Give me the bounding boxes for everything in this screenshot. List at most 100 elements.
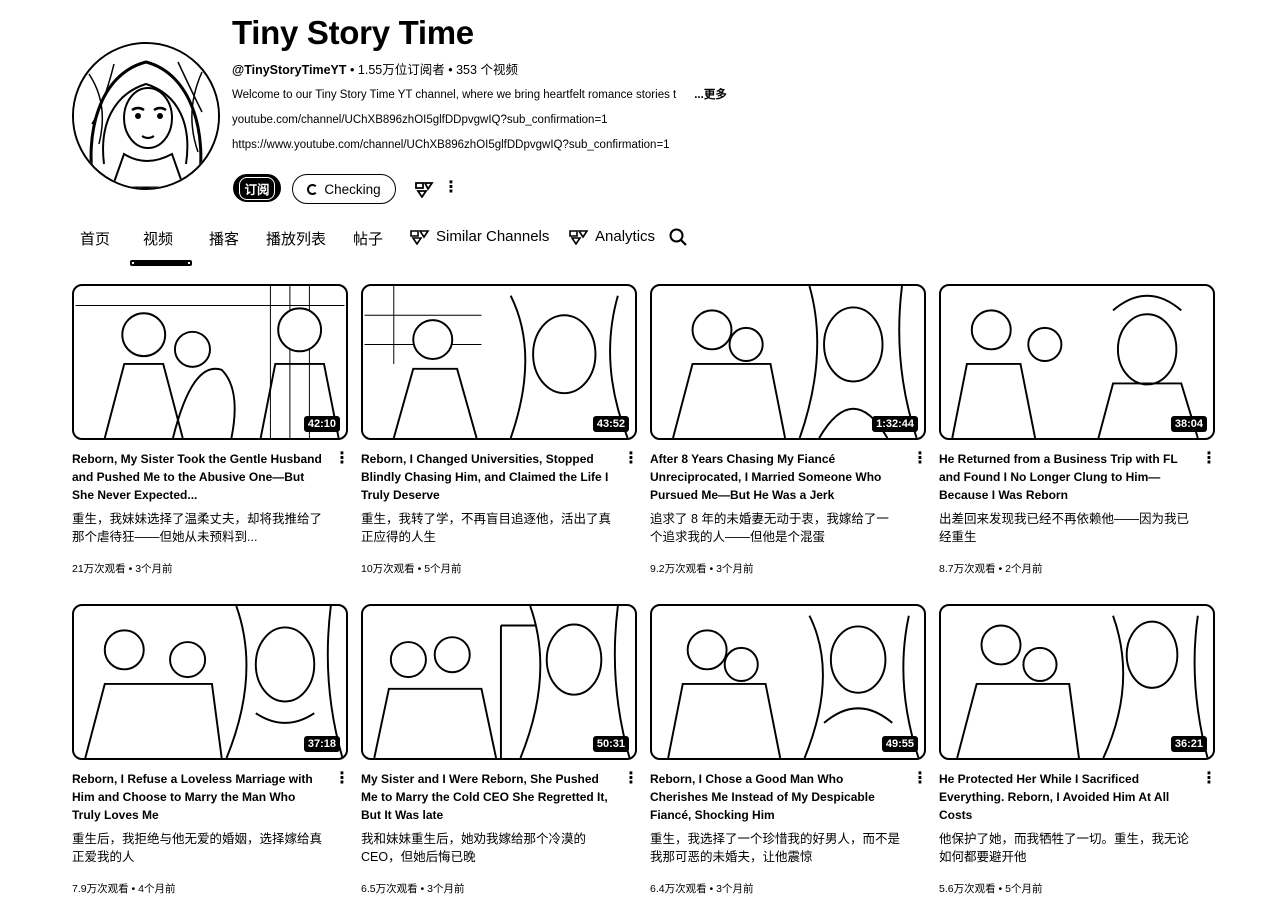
video-duration: 42:10 [303,416,340,432]
channel-link-1[interactable]: youtube.com/channel/UChXB896zhOI5glfDDpv… [232,114,608,126]
video-meta: 5.6万次观看 • 5个月前 [939,883,1043,895]
video-title-zh: 追求了 8 年的未婚妻无动于衷，我嫁给了一个追求我的人——但他是个混蛋 [650,512,889,544]
upload-age: 3个月前 [716,883,754,895]
video-duration: 38:04 [1170,416,1207,432]
view-count: 6.5万次观看 [361,883,418,895]
channel-handle: @TinyStoryTimeYT [232,63,347,77]
video-thumbnail[interactable]: 42:10 [72,284,348,440]
video-meta: 8.7万次观看 • 2个月前 [939,563,1043,575]
video-duration: 36:21 [1170,736,1207,752]
channel-link-2[interactable]: https://www.youtube.com/channel/UChXB896… [232,139,670,151]
video-thumbnail[interactable]: 36:21 [939,604,1215,760]
video-card[interactable]: 49:55 Reborn, I Chose a Good Man Who Che… [650,604,928,895]
extension-icon [410,229,430,245]
upload-age: 3个月前 [135,563,173,575]
upload-age: 3个月前 [427,883,465,895]
video-title[interactable]: He Returned from a Business Trip with FL… [939,450,1189,504]
upload-age: 5个月前 [1005,883,1043,895]
video-more-icon[interactable]: ⋮ [334,770,350,788]
checking-label: Checking [324,181,381,197]
video-card[interactable]: 36:21 He Protected Her While I Sacrifice… [939,604,1217,895]
loading-spinner-icon [307,183,319,195]
tab-analytics[interactable]: Analytics [569,228,655,245]
video-card[interactable]: 38:04 He Returned from a Business Trip w… [939,284,1217,575]
video-more-icon[interactable]: ⋮ [1201,770,1217,788]
tab-videos[interactable]: 视频 [143,228,173,249]
video-meta: 6.4万次观看 • 3个月前 [650,883,754,895]
channel-meta: @TinyStoryTimeYT • 1.55万位订阅者 • 353 个视频 [232,63,518,77]
video-title[interactable]: My Sister and I Were Reborn, She Pushed … [361,770,611,824]
video-title-zh: 我和妹妹重生后，她劝我嫁给那个冷漠的CEO，但她后悔已晚 [361,832,587,864]
channel-title: Tiny Story Time [232,14,474,51]
video-meta: 9.2万次观看 • 3个月前 [650,563,754,575]
search-icon[interactable] [668,227,688,247]
video-count: 353 个视频 [456,63,518,77]
channel-tabs: 首页 视频 播客 播放列表 帖子 Similar Channels Analyt… [0,222,1280,270]
video-card[interactable]: 50:31 My Sister and I Were Reborn, She P… [361,604,639,895]
video-card[interactable]: 43:52 Reborn, I Changed Universities, St… [361,284,639,575]
video-card[interactable]: 42:10 Reborn, My Sister Took the Gentle … [72,284,350,575]
video-thumbnail[interactable]: 50:31 [361,604,637,760]
video-thumbnail[interactable]: 1:32:44 [650,284,926,440]
video-title[interactable]: Reborn, I Chose a Good Man Who Cherishes… [650,770,900,824]
upload-age: 2个月前 [1005,563,1043,575]
video-title-zh: 重生，我妹妹选择了温柔丈夫，却将我推给了那个虐待狂——但她从未预料到... [72,512,323,544]
video-title-zh: 重生后，我拒绝与他无爱的婚姻，选择嫁给真正爱我的人 [72,832,323,864]
upload-age: 3个月前 [716,563,754,575]
more-link[interactable]: ...更多 [694,89,727,101]
view-count: 5.6万次观看 [939,883,996,895]
upload-age: 5个月前 [424,563,462,575]
extension-icon[interactable] [414,180,434,198]
video-more-icon[interactable]: ⋮ [334,450,350,468]
video-title[interactable]: Reborn, I Changed Universities, Stopped … [361,450,611,504]
tab-playlists[interactable]: 播放列表 [266,228,326,249]
subscribe-button[interactable]: 订阅 [233,174,281,202]
video-meta: 21万次观看 • 3个月前 [72,563,173,575]
video-title[interactable]: Reborn, I Refuse a Loveless Marriage wit… [72,770,322,824]
upload-age: 4个月前 [138,883,176,895]
view-count: 7.9万次观看 [72,883,129,895]
view-count: 6.4万次观看 [650,883,707,895]
channel-header: Tiny Story Time @TinyStoryTimeYT • 1.55万… [0,0,1280,220]
tab-podcasts[interactable]: 播客 [209,228,239,249]
video-duration: 37:18 [303,736,340,752]
video-duration: 43:52 [592,416,629,432]
video-meta: 6.5万次观看 • 3个月前 [361,883,465,895]
subscriber-count: 1.55万位订阅者 [357,63,445,77]
active-tab-indicator [130,260,192,266]
video-title[interactable]: After 8 Years Chasing My Fiancé Unrecipr… [650,450,900,504]
video-more-icon[interactable]: ⋮ [912,770,928,788]
video-meta: 7.9万次观看 • 4个月前 [72,883,176,895]
video-title-zh: 出差回来发现我已经不再依赖他——因为我已经重生 [939,512,1190,544]
video-more-icon[interactable]: ⋮ [912,450,928,468]
video-title[interactable]: He Protected Her While I Sacrificed Ever… [939,770,1189,824]
channel-avatar[interactable] [72,42,220,190]
video-thumbnail[interactable]: 38:04 [939,284,1215,440]
video-thumbnail[interactable]: 49:55 [650,604,926,760]
view-count: 21万次观看 [72,563,126,575]
video-more-icon[interactable]: ⋮ [1201,450,1217,468]
view-count: 9.2万次观看 [650,563,707,575]
video-title[interactable]: Reborn, My Sister Took the Gentle Husban… [72,450,322,504]
video-duration: 50:31 [592,736,629,752]
tab-posts[interactable]: 帖子 [353,228,383,249]
checking-button[interactable]: Checking [292,174,396,204]
video-duration: 49:55 [881,736,918,752]
subscribe-label: 订阅 [239,176,275,200]
video-meta: 10万次观看 • 5个月前 [361,563,462,575]
extension-icon [569,229,589,245]
video-card[interactable]: 1:32:44 After 8 Years Chasing My Fiancé … [650,284,928,575]
more-options-icon[interactable]: ⋮ [443,178,459,198]
view-count: 10万次观看 [361,563,415,575]
video-thumbnail[interactable]: 43:52 [361,284,637,440]
video-thumbnail[interactable]: 37:18 [72,604,348,760]
video-card[interactable]: 37:18 Reborn, I Refuse a Loveless Marria… [72,604,350,895]
avatar-illustration [74,44,218,188]
description-text: Welcome to our Tiny Story Time YT channe… [232,89,677,101]
video-more-icon[interactable]: ⋮ [623,450,639,468]
video-title-zh: 他保护了她，而我牺牲了一切。重生，我无论如何都要避开他 [939,832,1190,864]
tab-home[interactable]: 首页 [80,228,110,249]
tab-similar-channels[interactable]: Similar Channels [410,228,549,245]
channel-description[interactable]: Welcome to our Tiny Story Time YT channe… [232,86,727,102]
video-more-icon[interactable]: ⋮ [623,770,639,788]
